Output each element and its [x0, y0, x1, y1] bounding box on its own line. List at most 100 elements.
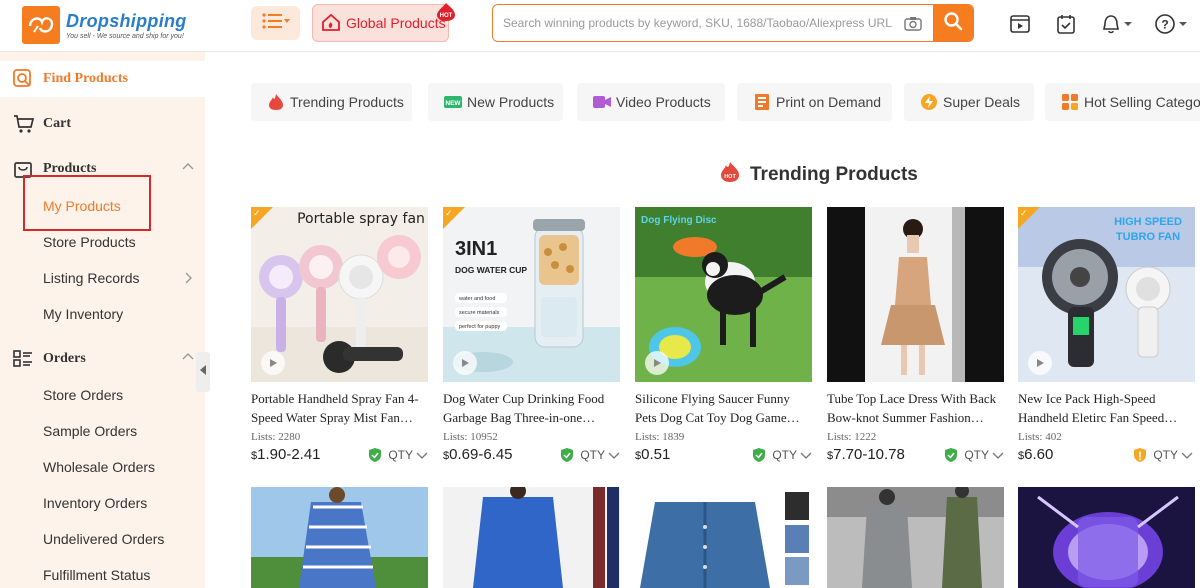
new-badge-icon: NEW	[444, 93, 462, 111]
sidebar-collapse-handle[interactable]	[196, 352, 210, 392]
chevron-down-icon	[800, 452, 812, 459]
qty-dropdown[interactable]: QTY	[1133, 447, 1193, 463]
logo[interactable]: Dropshipping You sell - We source and sh…	[22, 6, 187, 44]
sidebar-item-store-orders[interactable]: Store Orders	[43, 387, 123, 403]
shield-check-icon	[753, 447, 766, 462]
caret-left-icon	[199, 363, 207, 381]
product-title[interactable]: Silicone Flying Saucer Funny Pets Dog Ca…	[635, 389, 812, 427]
lightning-icon	[920, 93, 938, 111]
product-image[interactable]	[827, 207, 1004, 382]
sidebar-item-cart[interactable]: Cart	[0, 106, 205, 142]
product-title[interactable]: Tube Top Lace Dress With Back Bow-knot S…	[827, 389, 1004, 427]
menu-button[interactable]	[251, 6, 300, 40]
svg-text:HOT: HOT	[724, 174, 736, 180]
product-card-image[interactable]	[251, 487, 428, 588]
global-products-button[interactable]: Global Products HOT	[312, 3, 455, 42]
play-icon[interactable]	[453, 351, 477, 375]
hot-fire-icon: HOT	[720, 161, 750, 189]
video-icon[interactable]	[1009, 12, 1031, 36]
hot-badge: HOT	[435, 2, 457, 22]
highlight-annotation	[23, 175, 151, 231]
product-card-image[interactable]	[443, 487, 620, 588]
camera-icon[interactable]	[893, 5, 933, 41]
product-image[interactable]: Portable spray fan ✓	[251, 207, 428, 382]
svg-text:DOG WATER CUP: DOG WATER CUP	[455, 265, 527, 275]
check-icon: ✓	[253, 208, 261, 218]
sidebar-item-orders[interactable]: Orders	[0, 341, 205, 377]
tab-video-products[interactable]: Video Products	[577, 83, 725, 121]
product-card[interactable]: HIGH SPEED TUBRO FAN ✓ New Ice Pack High…	[1018, 207, 1195, 463]
product-image[interactable]: Dog Flying Disc	[635, 207, 812, 382]
sidebar-item-store-products[interactable]: Store Products	[43, 234, 136, 250]
product-card-image[interactable]	[635, 487, 812, 588]
sidebar-item-wholesale-orders[interactable]: Wholesale Orders	[43, 459, 155, 475]
logo-title: Dropshipping	[66, 10, 187, 31]
chevron-up-icon	[182, 161, 194, 178]
product-title[interactable]: New Ice Pack High-Speed Handheld Eletirc…	[1018, 389, 1195, 427]
product-card[interactable]: Portable spray fan ✓ Portable Handheld S…	[251, 207, 428, 463]
qty-dropdown[interactable]: QTY	[560, 447, 620, 463]
play-icon[interactable]	[645, 351, 669, 375]
product-title[interactable]: Portable Handheld Spray Fan 4-Speed Wate…	[251, 389, 428, 427]
tab-label: Trending Products	[290, 94, 404, 110]
orders-list-icon	[13, 349, 33, 369]
sidebar-item-sample-orders[interactable]: Sample Orders	[43, 423, 137, 439]
sidebar-item-fulfillment-status[interactable]: Fulfillment Status	[43, 567, 150, 583]
qty-dropdown[interactable]: QTY	[752, 447, 812, 463]
tab-trending-products[interactable]: Trending Products	[251, 83, 412, 121]
chevron-down-icon	[992, 452, 1004, 459]
product-lists-count: Lists: 2280	[251, 431, 301, 443]
svg-text:NEW: NEW	[445, 100, 461, 107]
product-card[interactable]: 3IN1 DOG WATER CUP water and food secure…	[443, 207, 620, 463]
sidebar-item-find-products[interactable]: Find Products	[0, 61, 205, 97]
product-price: $7.70-10.78	[827, 446, 905, 463]
search-bar	[492, 4, 974, 42]
home-fire-icon	[321, 12, 346, 35]
play-icon[interactable]	[261, 351, 285, 375]
menu-icon	[261, 12, 290, 34]
bell-icon[interactable]	[1100, 12, 1134, 36]
qty-dropdown[interactable]: QTY	[368, 447, 428, 463]
product-card[interactable]: Dog Flying Disc Silicone Flying Saucer F…	[635, 207, 812, 463]
product-lists-count: Lists: 1839	[635, 431, 685, 443]
find-products-icon	[13, 69, 33, 89]
tab-hot-selling-categories[interactable]: Hot Selling Categori	[1045, 83, 1200, 121]
task-icon[interactable]	[1055, 12, 1077, 36]
shield-check-icon	[945, 447, 958, 462]
product-price: $0.69-6.45	[443, 446, 513, 463]
search-button[interactable]	[933, 5, 973, 41]
top-header: Dropshipping You sell - We source and sh…	[0, 0, 1200, 52]
qty-dropdown[interactable]: QTY	[944, 447, 1004, 463]
product-lists-count: Lists: 10952	[443, 431, 498, 443]
tab-super-deals[interactable]: Super Deals	[904, 83, 1034, 121]
shield-check-icon	[369, 447, 382, 462]
product-card-image[interactable]	[1018, 487, 1195, 588]
chevron-up-icon	[182, 351, 194, 368]
sidebar-item-undelivered-orders[interactable]: Undelivered Orders	[43, 531, 164, 547]
chevron-down-icon	[1181, 452, 1193, 459]
product-image[interactable]: 3IN1 DOG WATER CUP water and food secure…	[443, 207, 620, 382]
sidebar-item-my-inventory[interactable]: My Inventory	[43, 306, 123, 322]
chevron-down-icon	[608, 452, 620, 459]
search-icon	[943, 11, 963, 36]
product-title[interactable]: Dog Water Cup Drinking Food Garbage Bag …	[443, 389, 620, 427]
product-card[interactable]: Tube Top Lace Dress With Back Bow-knot S…	[827, 207, 1004, 463]
chevron-right-icon	[182, 271, 194, 289]
sidebar-item-listing-records[interactable]: Listing Records	[43, 270, 140, 286]
tab-new-products[interactable]: NEW New Products	[428, 83, 563, 121]
play-icon[interactable]	[1028, 351, 1052, 375]
svg-text:HOT: HOT	[440, 13, 453, 19]
tab-print-on-demand[interactable]: Print on Demand	[737, 83, 892, 121]
sidebar-item-inventory-orders[interactable]: Inventory Orders	[43, 495, 147, 511]
product-image[interactable]: HIGH SPEED TUBRO FAN ✓	[1018, 207, 1195, 382]
search-input[interactable]	[493, 5, 893, 41]
tab-label: Super Deals	[943, 94, 1021, 110]
grid-icon	[1061, 93, 1079, 111]
print-icon	[753, 93, 771, 111]
logo-mark-icon	[22, 6, 60, 44]
tab-label: Video Products	[616, 94, 711, 110]
svg-text:water and food: water and food	[458, 296, 495, 302]
section-title-text: Trending Products	[750, 164, 918, 185]
product-card-image[interactable]	[827, 487, 1004, 588]
help-icon[interactable]: ?	[1154, 12, 1190, 36]
